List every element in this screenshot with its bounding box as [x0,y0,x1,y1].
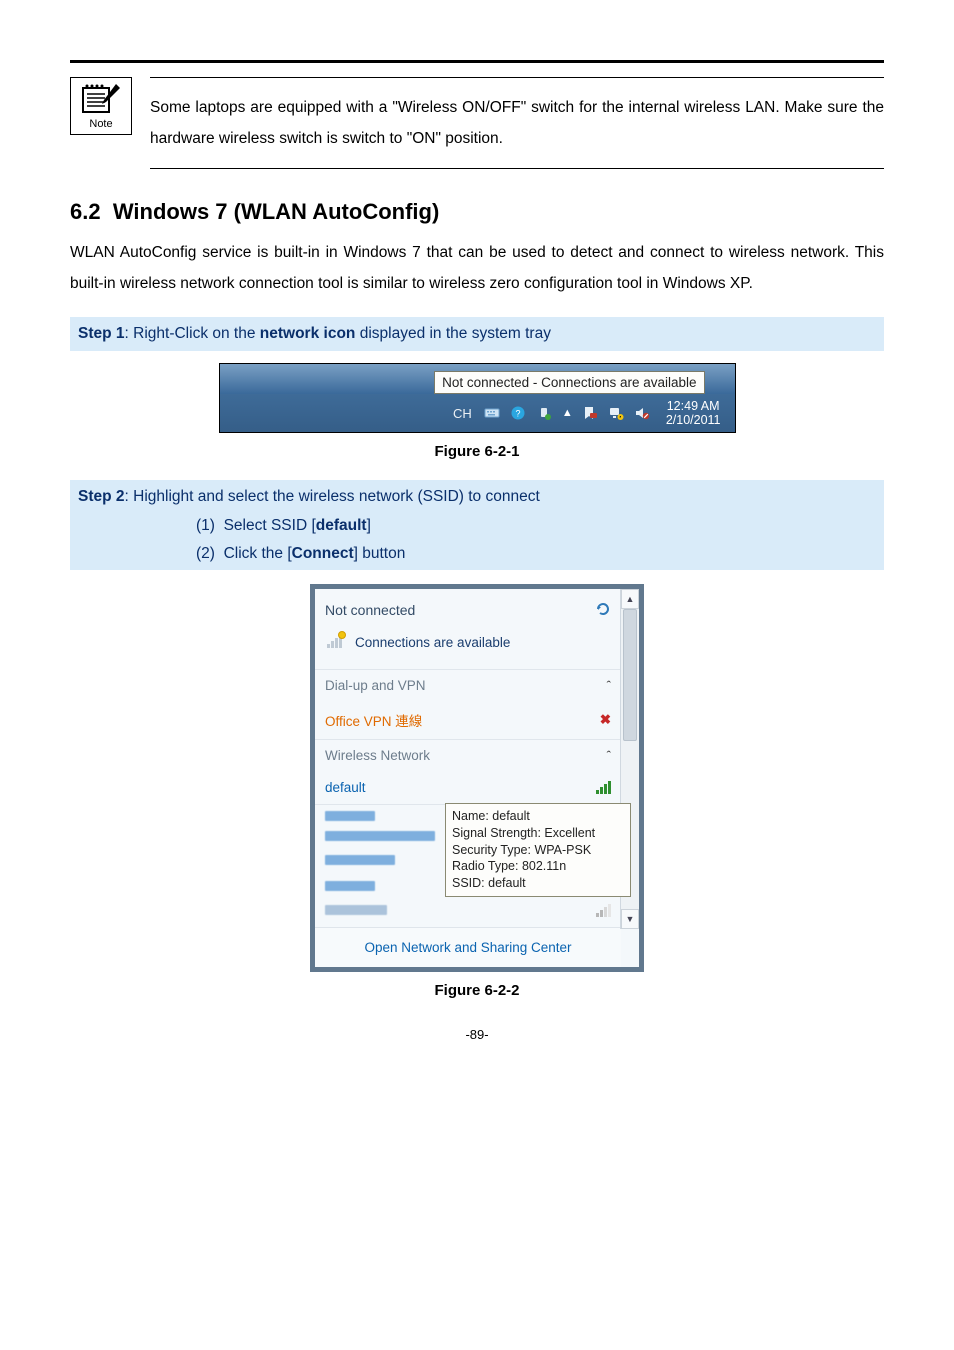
network-icon[interactable] [608,405,624,421]
figure-6-2-2-caption: Figure 6-2-2 [70,982,884,999]
step2-text: Highlight and select the wireless networ… [133,488,540,505]
systray-clock[interactable]: 12:49 AM 2/10/2011 [666,399,721,428]
list-item[interactable] [325,855,395,865]
systray-time: 12:49 AM [666,399,721,413]
ime-language[interactable]: CH [453,406,472,421]
step1-pre: Right-Click on the [133,325,260,342]
step2-item2-idx: (2) [196,545,215,562]
list-item[interactable] [325,831,435,841]
show-hidden-icon[interactable]: ▲ [562,407,572,419]
step2-item2-pre: Click the [ [224,545,292,562]
step1-post: displayed in the system tray [355,325,551,342]
popup-header: Not connected [315,589,621,624]
list-item[interactable] [325,905,387,915]
scroll-thumb[interactable] [623,609,637,741]
signal-icon [596,780,611,794]
step1-bold: network icon [260,325,356,342]
step1-box: Step 1: Right-Click on the network icon … [70,317,884,351]
systray-tooltip: Not connected - Connections are availabl… [434,371,704,394]
horizontal-rule [70,60,884,63]
notepad-icon [80,82,122,116]
step2-item2-post: ] button [354,545,406,562]
heading-number: 6.2 [70,199,101,224]
refresh-icon[interactable] [595,601,611,620]
page-number: -89- [70,1027,884,1042]
dialup-section: Dial-up and VPN ˆ [315,669,621,701]
chevron-up-icon[interactable]: ˆ [607,678,611,693]
systray-taskbar: CH ? ▲ 12:49 AM 2/10/2011 [220,394,735,432]
volume-icon[interactable] [634,405,650,421]
action-center-icon[interactable] [582,405,598,421]
list-item[interactable] [325,811,375,821]
step1-sep: : [125,325,134,342]
note-text: Some laptops are equipped with a "Wirele… [150,77,884,169]
step2-label: Step 2 [78,488,125,505]
list-item[interactable] [325,881,375,891]
tooltip-line: Signal Strength: Excellent [452,825,624,842]
open-network-center-link[interactable]: Open Network and Sharing Center [315,927,621,967]
systray-screenshot: Not connected - Connections are availabl… [219,363,736,433]
vpn-item[interactable]: Office VPN 連線 ✖ [315,701,621,739]
step2-item-1: (1) Select SSID [default] [196,512,876,540]
wireless-label: Wireless Network [325,748,430,763]
signal-sun-icon [325,630,347,655]
systray-tooltip-area: Not connected - Connections are availabl… [220,364,735,394]
signal-weak-icon [596,903,611,917]
svg-text:?: ? [515,409,520,419]
step2-item1-idx: (1) [196,517,215,534]
note-label: Note [89,118,112,130]
note-icon-box: Note [70,77,132,135]
step1-label: Step 1 [78,325,125,342]
systray-date: 2/10/2011 [666,413,721,427]
help-icon[interactable]: ? [510,405,526,421]
tooltip-line: SSID: default [452,875,624,892]
wireless-section: Wireless Network ˆ [315,739,621,771]
step2-item1-pre: Select SSID [ [224,517,316,534]
scroll-up-icon[interactable]: ▲ [621,589,639,609]
scroll-down-icon[interactable]: ▼ [621,909,639,929]
heading-title: Windows 7 (WLAN AutoConfig) [113,199,439,224]
note-block: Note Some laptops are equipped with a "W… [70,77,884,169]
ssid-default-item[interactable]: default [315,771,621,804]
keyboard-icon[interactable] [484,405,500,421]
step2-item-2: (2) Click the [Connect] button [196,540,876,568]
not-connected-label: Not connected [325,602,415,618]
step2-box: Step 2: Highlight and select the wireles… [70,480,884,570]
ssid-tooltip: Name: default Signal Strength: Excellent… [445,803,631,897]
step2-item1-post: ] [367,517,371,534]
tooltip-line: Radio Type: 802.11n [452,858,624,875]
connections-available-label: Connections are available [355,635,510,650]
intro-paragraph: WLAN AutoConfig service is built-in in W… [70,237,884,299]
disconnect-icon: ✖ [600,712,611,728]
connections-available-row: Connections are available [315,624,621,669]
tooltip-line: Name: default [452,808,624,825]
step2-item2-bold: Connect [292,545,354,562]
network-popup-screenshot: ▲ ▼ Not connected Connections are availa… [310,584,644,972]
section-heading: 6.2 Windows 7 (WLAN AutoConfig) [70,199,884,225]
tooltip-line: Security Type: WPA-PSK [452,842,624,859]
step2-item1-bold: default [316,517,367,534]
figure-6-2-1-caption: Figure 6-2-1 [70,443,884,460]
step2-sep: : [125,488,134,505]
ssid-info-area: Name: default Signal Strength: Excellent… [315,804,621,927]
vpn-label: Office VPN 連線 [325,710,422,730]
dialup-label: Dial-up and VPN [325,678,426,693]
ssid-default-label: default [325,780,366,795]
chevron-up-icon[interactable]: ˆ [607,748,611,763]
usb-eject-icon[interactable] [536,405,552,421]
